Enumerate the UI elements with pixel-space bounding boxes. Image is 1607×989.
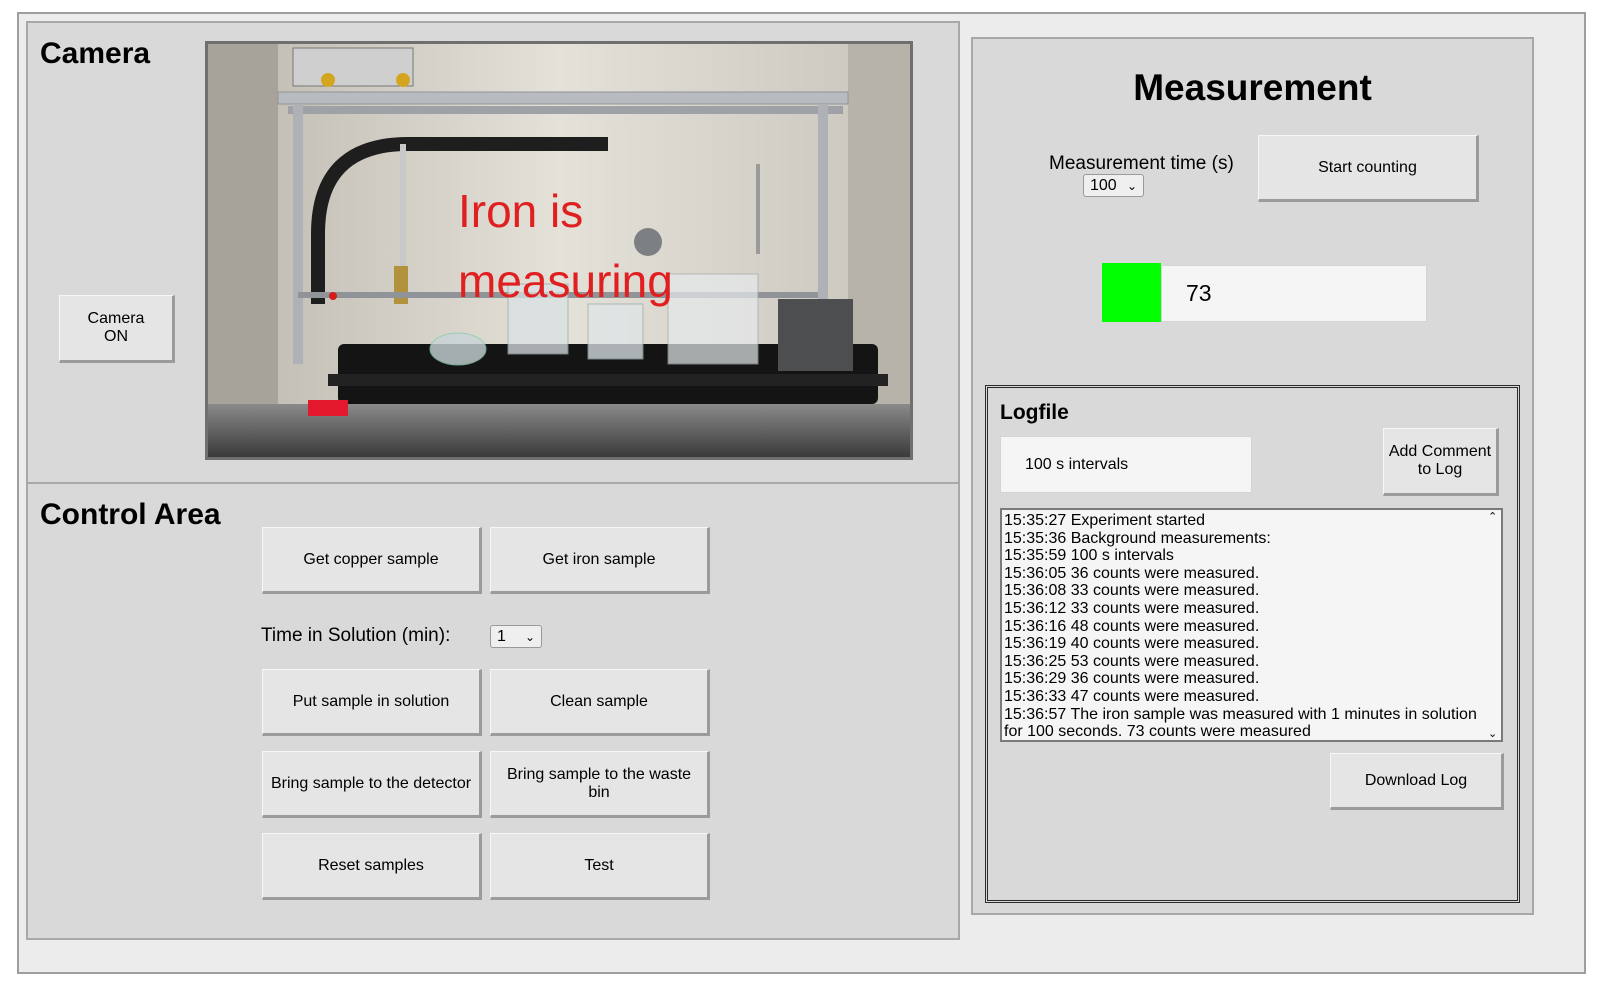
logfile-title: Logfile [1000, 401, 1069, 424]
log-interval-field[interactable]: 100 s intervals [1000, 436, 1252, 493]
measurement-time-select[interactable]: 100 ⌄ [1083, 174, 1144, 197]
count-display: 73 [1161, 265, 1427, 322]
clean-sample-button[interactable]: Clean sample [490, 669, 710, 736]
overlay-text-line2: measuring [458, 255, 673, 307]
status-indicator [1102, 263, 1161, 322]
scroll-up-icon[interactable]: ⌃ [1488, 510, 1497, 523]
log-entry: 15:35:27 Experiment started [1004, 512, 1206, 529]
count-value: 73 [1186, 280, 1212, 306]
log-entries: 15:35:27 Experiment started 15:35:36 Back… [1004, 512, 1483, 741]
download-log-button[interactable]: Download Log [1330, 753, 1504, 810]
log-entry: 15:36:08 33 counts were measured. [1004, 582, 1260, 600]
reset-samples-button[interactable]: Reset samples [262, 833, 482, 900]
control-title: Control Area [40, 498, 221, 531]
chevron-down-icon: ⌄ [524, 629, 535, 644]
camera-panel: Camera Camera ON Iron is measuring [26, 21, 960, 484]
measurement-panel: Measurement Measurement time (s) 100 ⌄ S… [971, 37, 1534, 915]
log-entry: 15:36:12 33 counts were measured. [1004, 599, 1260, 617]
log-entry: 15:36:05 36 counts were measured. [1004, 564, 1260, 582]
log-entry: 15:36:29 36 counts were measured. [1004, 670, 1260, 688]
log-entry: 15:36:19 40 counts were measured. [1004, 635, 1260, 653]
camera-title: Camera [40, 37, 151, 70]
log-entry: 15:36:57 The iron sample was measured wi… [1004, 705, 1477, 741]
log-entry: 15:35:36 Background measurements: [1004, 529, 1271, 547]
get-copper-sample-button[interactable]: Get copper sample [262, 527, 482, 594]
camera-toggle-button[interactable]: Camera ON [59, 295, 175, 363]
test-button[interactable]: Test [490, 833, 710, 900]
camera-scene-image: Iron is measuring [208, 44, 910, 457]
time-in-solution-value: 1 [497, 627, 506, 645]
bring-to-detector-button[interactable]: Bring sample to the detector [262, 751, 482, 818]
chevron-down-icon: ⌄ [1126, 178, 1137, 193]
logfile-box: Logfile 100 s intervals Add Comment to L… [985, 385, 1520, 903]
camera-feed: Iron is measuring [205, 41, 913, 460]
overlay-text-line1: Iron is [458, 185, 583, 237]
add-comment-button[interactable]: Add Comment to Log [1383, 428, 1499, 496]
log-entry: 15:35:59 100 s intervals [1004, 547, 1174, 565]
control-panel: Control Area Get copper sample Get iron … [26, 482, 960, 940]
get-iron-sample-button[interactable]: Get iron sample [490, 527, 710, 594]
log-entry: 15:36:33 47 counts were measured. [1004, 687, 1260, 705]
bring-to-waste-bin-button[interactable]: Bring sample to the waste bin [490, 751, 710, 818]
time-in-solution-select[interactable]: 1 ⌄ [490, 625, 542, 648]
scrollbar[interactable]: ⌃ ⌄ [1485, 510, 1501, 740]
scroll-down-icon[interactable]: ⌄ [1488, 727, 1497, 740]
measurement-time-label: Measurement time (s) [1049, 153, 1234, 174]
measurement-title: Measurement [1133, 67, 1372, 108]
log-interval-text: 100 s intervals [1025, 455, 1129, 473]
put-sample-in-solution-button[interactable]: Put sample in solution [262, 669, 482, 736]
measurement-time-value: 100 [1090, 176, 1117, 194]
log-list[interactable]: 15:35:27 Experiment started 15:35:36 Back… [1000, 508, 1503, 742]
start-counting-button[interactable]: Start counting [1258, 135, 1479, 202]
log-entry: 15:36:25 53 counts were measured. [1004, 652, 1260, 670]
log-entry: 15:36:16 48 counts were measured. [1004, 617, 1260, 635]
time-in-solution-label: Time in Solution (min): [261, 625, 451, 646]
app-frame: Camera Camera ON Iron is measuring Contr… [17, 12, 1586, 974]
